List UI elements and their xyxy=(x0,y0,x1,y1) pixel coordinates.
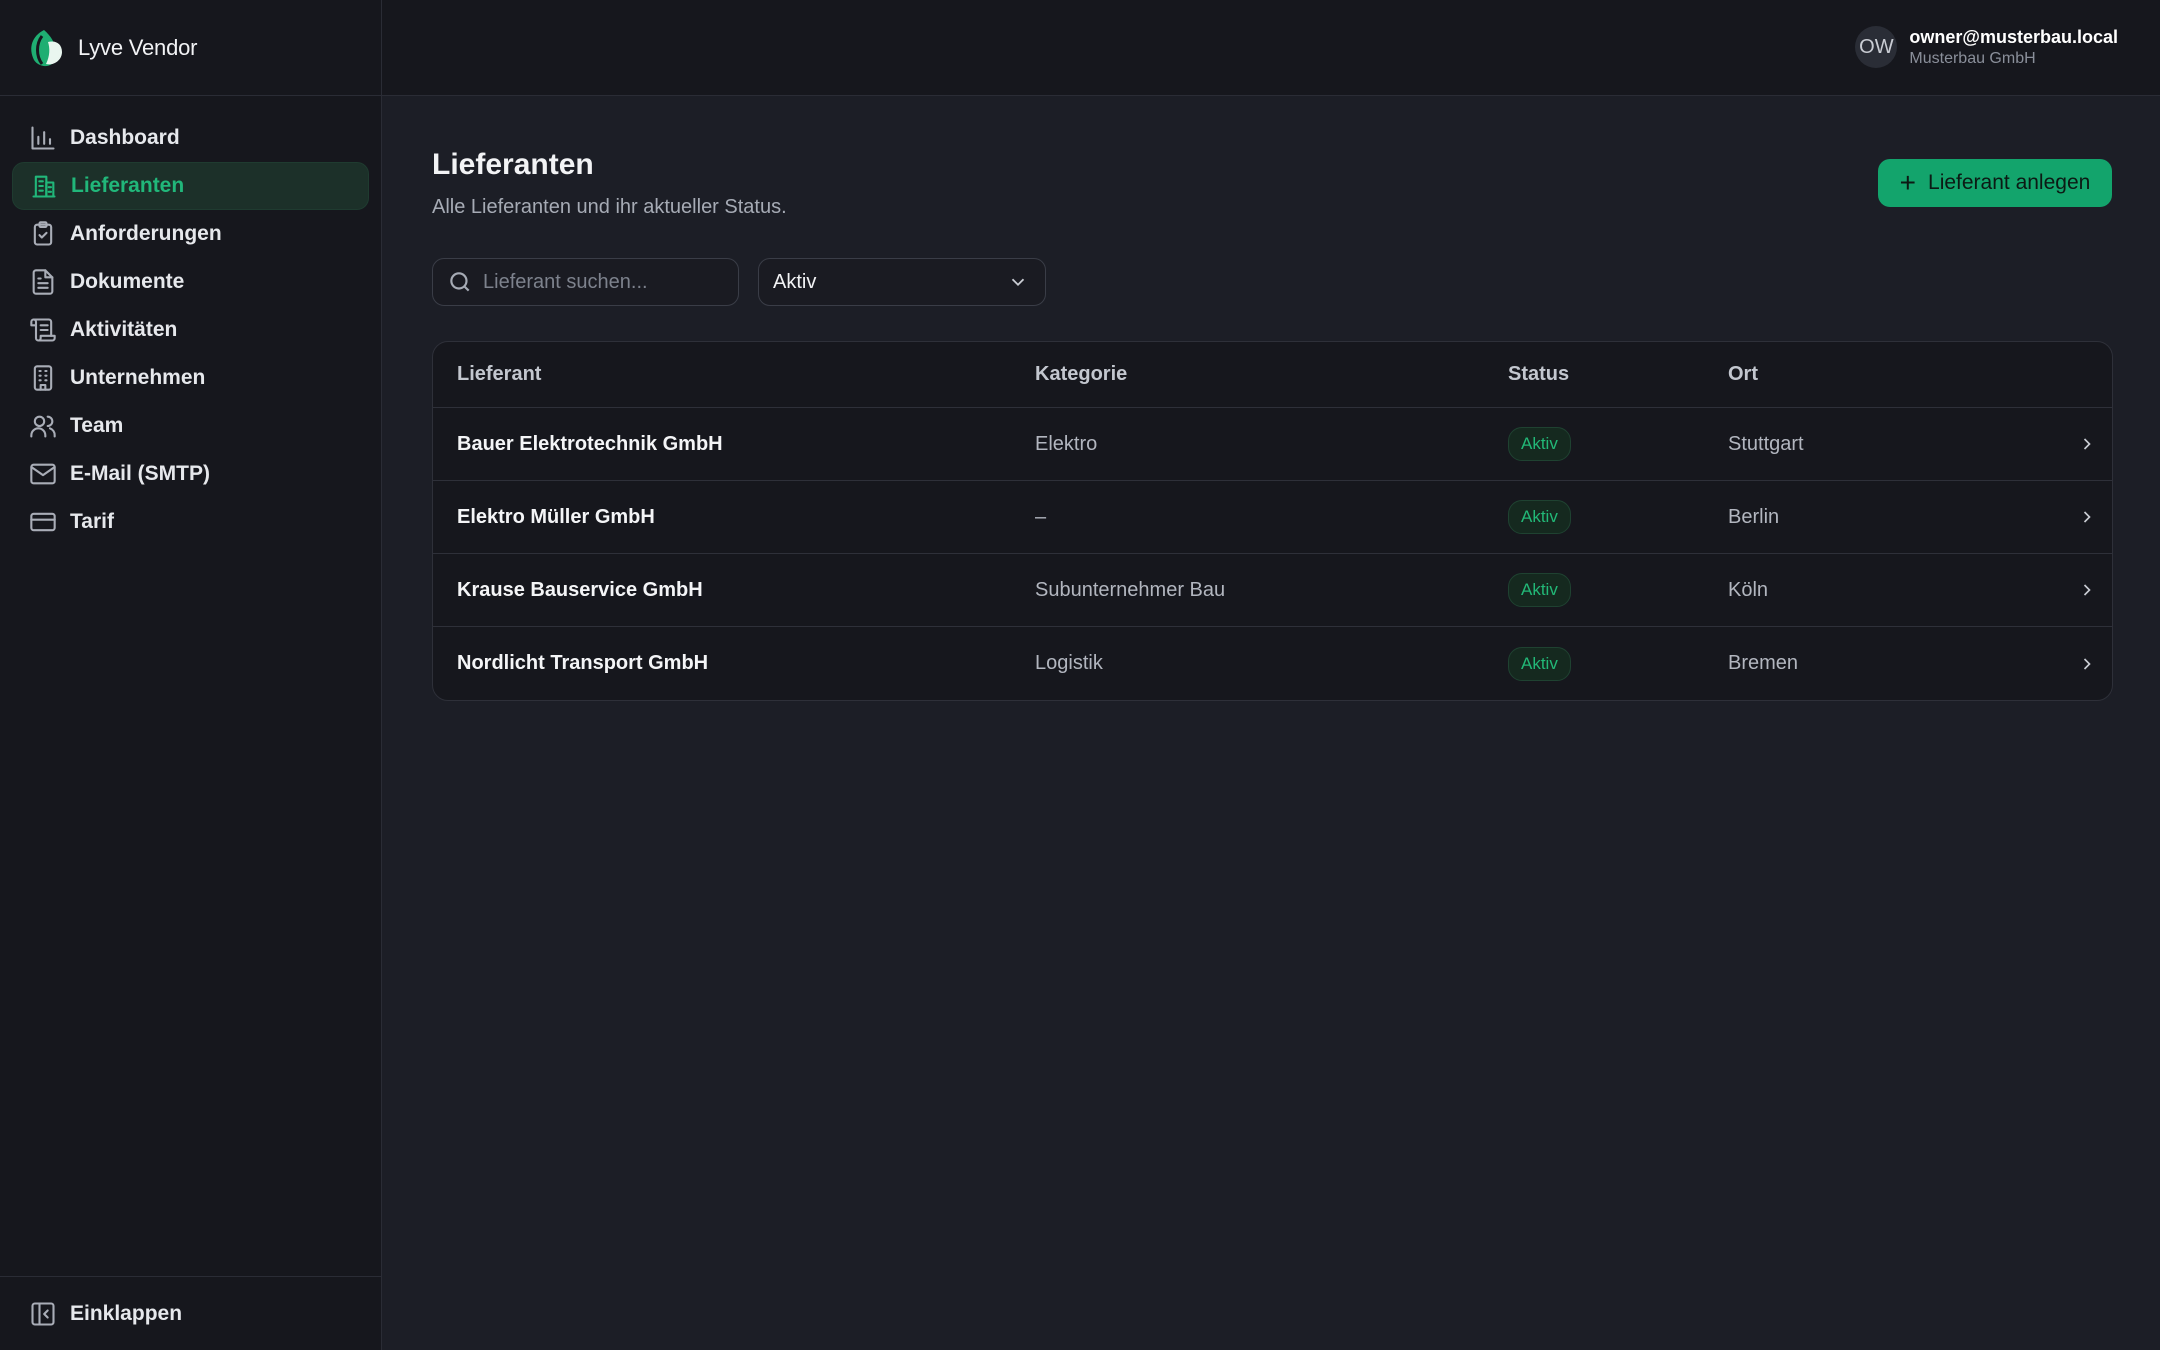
scroll-icon xyxy=(28,315,58,345)
office-building-icon xyxy=(28,363,58,393)
supplier-name: Elektro Müller GmbH xyxy=(457,505,655,528)
sidebar-item-tarif[interactable]: Tarif xyxy=(12,498,369,546)
brand[interactable]: Lyve Vendor xyxy=(0,0,381,96)
top-bar: OW owner@musterbau.local Musterbau GmbH xyxy=(382,0,2160,96)
sidebar: Lyve Vendor Dashboard Lieferanten Anford… xyxy=(0,0,382,1350)
chevron-right-icon xyxy=(2083,584,2091,596)
sidebar-item-dashboard[interactable]: Dashboard xyxy=(12,114,369,162)
user-menu[interactable]: OW owner@musterbau.local Musterbau GmbH xyxy=(1855,26,2118,68)
credit-card-icon xyxy=(28,507,58,537)
sidebar-item-label: Dashboard xyxy=(70,126,180,149)
app-name: Lyve Vendor xyxy=(78,34,198,60)
supplier-city: Stuttgart xyxy=(1728,432,1804,455)
collapse-label: Einklappen xyxy=(70,1301,183,1325)
sidebar-item-label: Lieferanten xyxy=(71,174,185,197)
avatar[interactable]: OW xyxy=(1855,26,1898,68)
leaf-logo-icon xyxy=(31,29,62,66)
sidebar-item-label: Unternehmen xyxy=(70,366,206,389)
users-icon xyxy=(28,411,58,441)
status-badge: Aktiv xyxy=(1508,427,1571,461)
sidebar-item-email-smtp[interactable]: E-Mail (SMTP) xyxy=(12,450,369,498)
bar-chart-icon xyxy=(28,123,58,153)
user-email: owner@musterbau.local xyxy=(1909,26,2118,47)
column-header-status[interactable]: Status xyxy=(1508,363,1728,386)
status-badge: Aktiv xyxy=(1508,500,1571,534)
table-row[interactable]: Krause Bauservice GmbH Subunternehmer Ba… xyxy=(433,554,2112,627)
sidebar-item-label: Dokumente xyxy=(70,270,185,293)
sidebar-item-dokumente[interactable]: Dokumente xyxy=(12,258,369,306)
add-supplier-label: Lieferant anlegen xyxy=(1928,171,2091,194)
status-badge: Aktiv xyxy=(1508,573,1571,607)
supplier-category: Elektro xyxy=(1035,432,1098,455)
column-header-lieferant[interactable]: Lieferant xyxy=(433,363,1035,386)
user-organization: Musterbau GmbH xyxy=(1909,49,2036,67)
search-icon xyxy=(450,272,470,292)
sidebar-item-label: E-Mail (SMTP) xyxy=(70,462,210,485)
supplier-name: Bauer Elektrotechnik GmbH xyxy=(457,432,723,455)
add-supplier-button[interactable]: + Lieferant anlegen xyxy=(1878,159,2112,207)
chevron-down-icon xyxy=(1011,278,1025,287)
page-subtitle: Alle Lieferanten und ihr aktueller Statu… xyxy=(432,196,787,218)
supplier-category: Subunternehmer Bau xyxy=(1035,578,1226,601)
supplier-name: Krause Bauservice GmbH xyxy=(457,578,703,601)
chevron-right-icon xyxy=(2083,657,2091,670)
column-header-kategorie[interactable]: Kategorie xyxy=(1035,363,1508,386)
status-badge: Aktiv xyxy=(1508,646,1571,681)
supplier-category: Logistik xyxy=(1035,652,1103,674)
column-header-ort[interactable]: Ort xyxy=(1728,363,2062,386)
supplier-city: Köln xyxy=(1728,578,1769,601)
sidebar-item-lieferanten[interactable]: Lieferanten xyxy=(12,162,369,210)
mail-icon xyxy=(28,459,58,489)
sidebar-item-team[interactable]: Team xyxy=(12,402,369,450)
collapse-sidebar-button[interactable]: Einklappen xyxy=(0,1276,382,1350)
sidebar-item-label: Aktivitäten xyxy=(70,318,178,341)
chevron-right-icon xyxy=(2083,438,2091,450)
supplier-city: Bremen xyxy=(1728,652,1799,674)
table-header: Lieferant Kategorie Status Ort xyxy=(433,342,2112,408)
sidebar-item-label: Anforderungen xyxy=(70,222,222,245)
status-filter-select[interactable]: Aktiv xyxy=(758,258,1046,306)
supplier-category: – xyxy=(1035,505,1047,528)
sidebar-item-label: Team xyxy=(70,414,124,437)
clipboard-check-icon xyxy=(28,219,58,249)
sidebar-nav: Dashboard Lieferanten Anforderungen Doku… xyxy=(0,96,381,546)
plus-icon: + xyxy=(1899,167,1917,198)
table-row[interactable]: Bauer Elektrotechnik GmbH Elektro Aktiv … xyxy=(433,408,2112,481)
search-input[interactable] xyxy=(483,270,723,294)
suppliers-table: Lieferant Kategorie Status Ort Bauer Ele… xyxy=(432,341,2113,701)
page-title: Lieferanten xyxy=(432,148,594,181)
sidebar-item-label: Tarif xyxy=(70,510,114,533)
table-row[interactable]: Elektro Müller GmbH – Aktiv Berlin xyxy=(433,481,2112,554)
document-icon xyxy=(28,267,58,297)
sidebar-item-unternehmen[interactable]: Unternehmen xyxy=(12,354,369,402)
sidebar-item-anforderungen[interactable]: Anforderungen xyxy=(12,210,369,258)
sidebar-item-aktivitaeten[interactable]: Aktivitäten xyxy=(12,306,369,354)
supplier-name: Nordlicht Transport GmbH xyxy=(457,652,709,674)
status-filter-value: Aktiv xyxy=(773,270,817,293)
building-icon xyxy=(29,171,59,201)
supplier-city: Berlin xyxy=(1728,505,1780,528)
table-row[interactable]: Nordlicht Transport GmbH Logistik Aktiv … xyxy=(433,627,2112,700)
panel-collapse-icon xyxy=(28,1299,58,1329)
chevron-right-icon xyxy=(2083,511,2091,523)
search-field[interactable] xyxy=(432,258,739,306)
